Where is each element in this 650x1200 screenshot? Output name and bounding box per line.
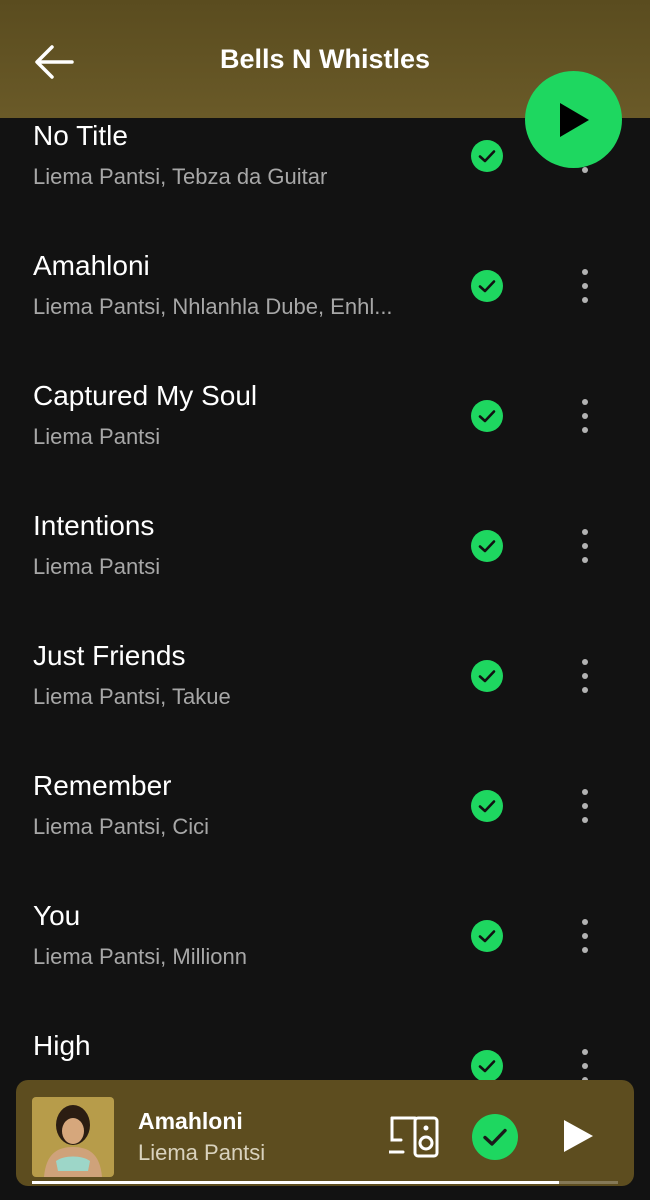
- track-artists: Liema Pantsi: [33, 424, 161, 449]
- downloaded-check-icon[interactable]: [472, 1114, 518, 1160]
- track-title: High: [33, 1030, 91, 1061]
- play-album-button[interactable]: [525, 71, 622, 168]
- track-title: Just Friends: [33, 640, 186, 671]
- downloaded-check-icon: [471, 140, 503, 172]
- play-icon: [559, 102, 589, 137]
- track-row[interactable]: Just Friends Liema Pantsi, Takue: [0, 640, 650, 770]
- downloaded-check-icon: [471, 660, 503, 692]
- more-options-icon[interactable]: [574, 526, 596, 566]
- playback-progress: [32, 1181, 618, 1184]
- play-icon[interactable]: [561, 1118, 595, 1154]
- downloaded-check-icon: [471, 270, 503, 302]
- track-row[interactable]: You Liema Pantsi, Millionn: [0, 900, 650, 1030]
- downloaded-check-icon: [471, 530, 503, 562]
- track-row[interactable]: Amahloni Liema Pantsi, Nhlanhla Dube, En…: [0, 250, 650, 380]
- track-artists: Liema Pantsi, Tebza da Guitar: [33, 164, 328, 189]
- track-artists: Liema Pantsi, Nhlanhla Dube, Enhl...: [33, 294, 393, 319]
- track-row[interactable]: Intentions Liema Pantsi: [0, 510, 650, 640]
- track-row[interactable]: Remember Liema Pantsi, Cici: [0, 770, 650, 900]
- downloaded-check-icon: [471, 790, 503, 822]
- album-title: Bells N Whistles: [219, 44, 431, 74]
- playback-progress-fill: [32, 1181, 560, 1184]
- more-options-icon[interactable]: [574, 396, 596, 436]
- track-title: Intentions: [33, 510, 155, 541]
- track-artists: Liema Pantsi, Cici: [33, 814, 210, 839]
- track-title: Remember: [33, 770, 172, 801]
- connect-device-icon[interactable]: [389, 1114, 441, 1158]
- album-screen: No Title Liema Pantsi, Tebza da Guitar A…: [0, 0, 650, 1200]
- downloaded-check-icon: [471, 1050, 503, 1082]
- now-playing-artist: Liema Pantsi: [138, 1140, 266, 1165]
- track-row[interactable]: Captured My Soul Liema Pantsi: [0, 380, 650, 510]
- track-title: Amahloni: [33, 250, 150, 281]
- track-artists: Liema Pantsi, Millionn: [33, 944, 247, 969]
- album-cover: [32, 1097, 114, 1177]
- more-options-icon[interactable]: [574, 656, 596, 696]
- track-title: You: [33, 900, 81, 931]
- track-artists: Liema Pantsi: [33, 554, 161, 579]
- downloaded-check-icon: [471, 400, 503, 432]
- now-playing-title: Amahloni: [138, 1108, 243, 1134]
- downloaded-check-icon: [471, 920, 503, 952]
- more-options-icon[interactable]: [574, 786, 596, 826]
- now-playing-bar[interactable]: Amahloni Liema Pantsi: [16, 1080, 634, 1186]
- track-title: No Title: [33, 120, 128, 151]
- more-options-icon[interactable]: [574, 266, 596, 306]
- track-artists: Liema Pantsi, Takue: [33, 684, 231, 709]
- more-options-icon[interactable]: [574, 916, 596, 956]
- track-title: Captured My Soul: [33, 380, 258, 411]
